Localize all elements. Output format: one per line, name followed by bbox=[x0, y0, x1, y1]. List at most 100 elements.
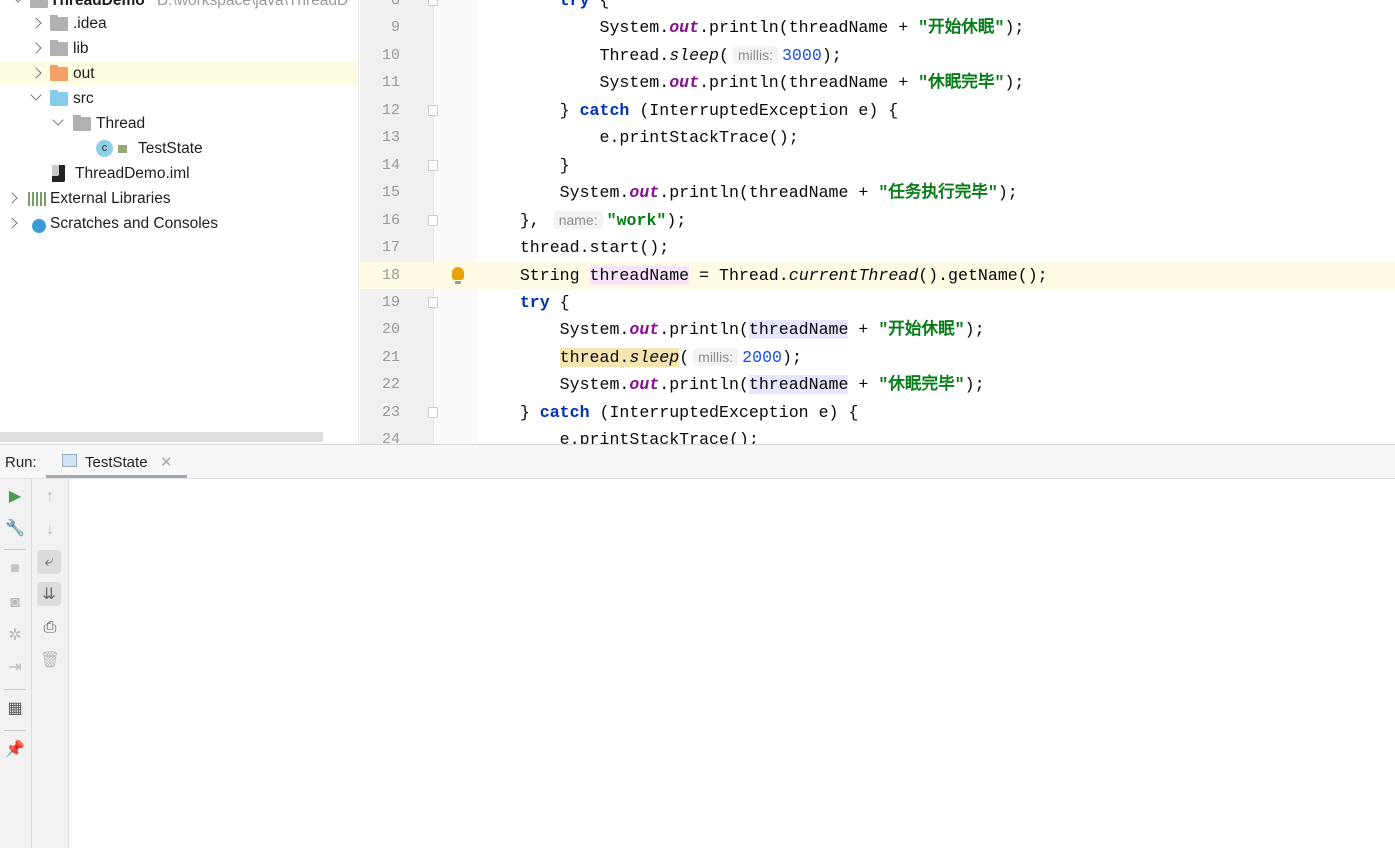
chevron-down-icon[interactable] bbox=[30, 89, 42, 101]
line-number[interactable]: 15 bbox=[360, 179, 400, 206]
chevron-right-icon[interactable] bbox=[30, 67, 42, 79]
code-line[interactable]: 20 System.out.println(threadName + "开始休眠… bbox=[360, 316, 1395, 343]
tree-item-label: out bbox=[73, 65, 95, 82]
fold-marker-icon[interactable] bbox=[428, 214, 438, 226]
code-token: "开始休眠" bbox=[878, 320, 965, 340]
code-token: } bbox=[480, 402, 540, 422]
line-number[interactable]: 18 bbox=[360, 262, 400, 289]
code-line[interactable]: 17 thread.start(); bbox=[360, 234, 1395, 261]
tree-item[interactable]: lib bbox=[0, 36, 358, 61]
fold-marker-icon[interactable] bbox=[428, 296, 438, 308]
line-number[interactable]: 21 bbox=[360, 344, 400, 371]
line-number[interactable]: 12 bbox=[360, 97, 400, 124]
camera-icon[interactable]: ◙ bbox=[3, 591, 27, 615]
folder-source-icon bbox=[50, 90, 68, 106]
code-line[interactable]: 11 System.out.println(threadName + "休眠完毕… bbox=[360, 69, 1395, 96]
code-editor[interactable]: 8 try {9 System.out.println(threadName +… bbox=[360, 0, 1395, 444]
arrow-down-icon[interactable]: ↓ bbox=[38, 518, 62, 542]
code-line[interactable]: 21 thread.sleep(millis: 2000); bbox=[360, 344, 1395, 371]
line-number[interactable]: 10 bbox=[360, 42, 400, 69]
code-line[interactable]: 19 try { bbox=[360, 289, 1395, 316]
fold-marker-icon[interactable] bbox=[428, 0, 438, 6]
line-number[interactable]: 16 bbox=[360, 207, 400, 234]
chevron-right-icon[interactable] bbox=[6, 217, 18, 229]
tab-label: TestState bbox=[85, 454, 148, 471]
scroll-to-end-icon[interactable]: ⇊ bbox=[37, 582, 61, 606]
trash-icon[interactable]: 🗑 bbox=[38, 648, 62, 672]
tree-item[interactable]: ThreadDemo.iml bbox=[0, 161, 358, 186]
line-number[interactable]: 14 bbox=[360, 152, 400, 179]
line-number[interactable]: 20 bbox=[360, 316, 400, 343]
code-line[interactable]: 10 Thread.sleep(millis: 3000); bbox=[360, 42, 1395, 69]
code-line[interactable]: 22 System.out.println(threadName + "休眠完毕… bbox=[360, 371, 1395, 398]
layout-icon[interactable]: ▦ bbox=[3, 696, 27, 720]
lightbulb-icon[interactable] bbox=[452, 266, 464, 284]
stop-icon[interactable]: ■ bbox=[3, 557, 27, 581]
code-token: thread. bbox=[559, 347, 630, 367]
code-token: System. bbox=[480, 320, 630, 340]
line-number[interactable]: 22 bbox=[360, 371, 400, 398]
code-line[interactable]: 24 e.printStackTrace(); bbox=[360, 426, 1395, 444]
code-line[interactable]: 14 } bbox=[360, 152, 1395, 179]
rerun-icon[interactable]: ▶ bbox=[3, 484, 27, 508]
code-text: System.out.println(threadName + "休眠完毕"); bbox=[480, 69, 1024, 96]
chevron-right-icon[interactable] bbox=[30, 17, 42, 29]
line-number[interactable]: 17 bbox=[360, 234, 400, 261]
code-token: .println(threadName + bbox=[659, 183, 879, 203]
code-line[interactable]: 12 } catch (InterruptedException e) { bbox=[360, 97, 1395, 124]
line-number[interactable]: 8 bbox=[360, 0, 400, 14]
tree-item-label: Thread bbox=[96, 115, 146, 132]
line-number[interactable]: 13 bbox=[360, 124, 400, 151]
code-token: { bbox=[589, 0, 610, 10]
code-line[interactable]: 8 try { bbox=[360, 0, 1395, 14]
line-number[interactable]: 23 bbox=[360, 399, 400, 426]
code-line[interactable]: 15 System.out.println(threadName + "任务执行… bbox=[360, 179, 1395, 206]
fold-marker-icon[interactable] bbox=[428, 159, 438, 171]
code-line[interactable]: 16 }, name: "work"); bbox=[360, 207, 1395, 234]
line-number[interactable]: 11 bbox=[360, 69, 400, 96]
tree-item[interactable]: out bbox=[0, 61, 358, 86]
chevron-down-icon[interactable] bbox=[12, 0, 24, 3]
code-token: .println(threadName + bbox=[699, 18, 919, 38]
tree-item-label: ThreadDemo.iml bbox=[75, 165, 190, 182]
horizontal-scrollbar[interactable] bbox=[0, 432, 323, 442]
code-line[interactable]: 9 System.out.println(threadName + "开始休眠"… bbox=[360, 14, 1395, 41]
code-line[interactable]: 13 e.printStackTrace(); bbox=[360, 124, 1395, 151]
tree-item[interactable]: Scratches and Consoles bbox=[0, 211, 358, 236]
line-number[interactable]: 24 bbox=[360, 426, 400, 444]
soft-wrap-icon[interactable]: ⤶ bbox=[37, 550, 61, 574]
print-icon[interactable]: ⎙ bbox=[38, 616, 62, 640]
code-line[interactable]: 23 } catch (InterruptedException e) { bbox=[360, 399, 1395, 426]
code-token: e.printStackTrace(); bbox=[480, 128, 799, 148]
code-token: sleep bbox=[669, 45, 719, 65]
code-token: .println(threadName + bbox=[699, 73, 919, 93]
run-toolbar-right: ↑ ↓ ⤶ ⇊ ⎙ 🗑 bbox=[32, 479, 69, 848]
code-token: ().getName(); bbox=[918, 265, 1048, 285]
chevron-down-icon[interactable] bbox=[52, 114, 64, 126]
line-number[interactable]: 19 bbox=[360, 289, 400, 316]
pin-icon[interactable]: 📌 bbox=[3, 737, 27, 761]
wrench-icon[interactable]: 🔧 bbox=[3, 516, 27, 540]
close-tab-icon[interactable]: ✕ bbox=[160, 453, 173, 471]
chevron-right-icon[interactable] bbox=[6, 192, 18, 204]
code-token: threadName bbox=[748, 375, 849, 395]
code-token: currentThread bbox=[788, 265, 919, 285]
tab-teststate[interactable]: TestState ✕ bbox=[46, 445, 187, 478]
code-line[interactable]: 18 String threadName = Thread.currentThr… bbox=[360, 261, 1395, 289]
tree-item[interactable]: src bbox=[0, 86, 358, 111]
debug-icon[interactable]: ✲ bbox=[3, 623, 27, 647]
line-number[interactable]: 9 bbox=[360, 14, 400, 41]
console-output[interactable] bbox=[69, 479, 1395, 848]
tree-item[interactable]: Thread bbox=[0, 111, 358, 136]
code-text: String threadName = Thread.currentThread… bbox=[480, 262, 1048, 289]
fold-marker-icon[interactable] bbox=[428, 104, 438, 116]
fold-marker-icon[interactable] bbox=[428, 406, 438, 418]
code-token: thread.start(); bbox=[480, 238, 670, 258]
tree-item[interactable]: External Libraries bbox=[0, 186, 358, 211]
tree-item[interactable]: c TestState bbox=[0, 136, 358, 161]
exit-icon[interactable]: ⇥ bbox=[3, 655, 27, 679]
arrow-up-icon[interactable]: ↑ bbox=[38, 485, 62, 509]
chevron-right-icon[interactable] bbox=[30, 42, 42, 54]
tree-item[interactable]: .idea bbox=[0, 11, 358, 36]
